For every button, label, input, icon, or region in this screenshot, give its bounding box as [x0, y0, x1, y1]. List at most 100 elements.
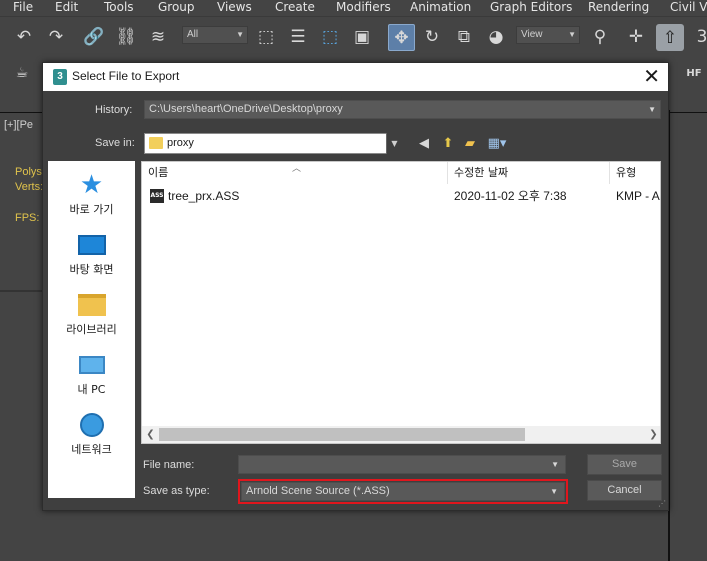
saveas-type-value: Arnold Scene Source (*.ASS) [246, 485, 390, 497]
dialog-title: Select File to Export [72, 69, 180, 83]
verts-stat: Verts: [15, 181, 44, 193]
back-icon[interactable]: ◀ [415, 135, 433, 152]
keyboard-shortcut-override-icon[interactable]: ⇧ [656, 24, 684, 51]
menu-group[interactable]: Group [158, 0, 195, 16]
savein-value: proxy [167, 137, 194, 149]
file-name-cell: tree_prx.ASS [168, 189, 240, 203]
folder-icon [149, 137, 163, 149]
undo-icon[interactable]: ↶ [12, 25, 36, 49]
column-header-name[interactable]: 이름 ︿ [142, 162, 448, 184]
viewport-divider-h [0, 290, 42, 292]
redo-icon[interactable]: ↷ [44, 25, 68, 49]
app-3ds-icon: 3 [53, 69, 67, 85]
place-label: 바로 가기 [69, 203, 114, 216]
chevron-down-icon: ▼ [550, 487, 558, 496]
places-bar: ★ 바로 가기 바탕 화면 라이브러리 내 PC 네트워크 [48, 161, 135, 498]
place-libraries[interactable]: 라이브러리 [48, 291, 135, 337]
save-button[interactable]: Save [587, 454, 662, 475]
selection-filter-value: All [187, 29, 199, 40]
menu-tools[interactable]: Tools [104, 0, 134, 16]
menu-rendering[interactable]: Rendering [588, 0, 649, 16]
select-and-rotate-icon[interactable]: ↻ [420, 25, 444, 49]
history-label: History: [95, 104, 133, 116]
place-desktop[interactable]: 바탕 화면 [48, 231, 135, 277]
select-manipulate-icon[interactable]: ✛ [624, 25, 648, 49]
menu-modifiers[interactable]: Modifiers [336, 0, 391, 16]
fps-stat: FPS: [15, 212, 40, 224]
sort-up-icon: ︿ [292, 164, 302, 174]
place-this-pc[interactable]: 내 PC [48, 351, 135, 397]
up-folder-icon[interactable]: ⬆ [439, 135, 457, 152]
filename-input[interactable]: ▼ [238, 455, 566, 474]
column-type-label: 유형 [616, 166, 637, 179]
menu-views[interactable]: Views [217, 0, 252, 16]
place-quick-access[interactable]: ★ 바로 가기 [48, 170, 135, 217]
file-date-cell: 2020-11-02 오후 7:38 [454, 189, 567, 203]
hair-fur-icon[interactable]: HF [682, 61, 706, 85]
rectangular-selection-icon[interactable]: ⬚ [318, 25, 342, 49]
select-and-move-icon[interactable]: ✥ [388, 24, 415, 51]
select-object-icon[interactable]: ⬚ [254, 25, 278, 49]
savein-label: Save in: [95, 137, 135, 149]
close-icon[interactable]: ✕ [643, 65, 660, 87]
file-list[interactable]: 이름 ︿ 수정한 날짜 유형 ASS tree_prx.ASS 2020-11-… [141, 161, 661, 444]
dialog-titlebar: 3 Select File to Export ✕ [43, 63, 668, 91]
computer-icon [77, 351, 107, 379]
menu-animation[interactable]: Animation [410, 0, 471, 16]
place-label: 네트워크 [71, 443, 112, 456]
window-crossing-icon[interactable]: ▣ [350, 25, 374, 49]
bind-spacewarp-icon[interactable]: ≋ [146, 25, 170, 49]
network-icon [77, 411, 107, 439]
column-header-type[interactable]: 유형 [610, 162, 660, 184]
history-dropdown[interactable]: C:\Users\heart\OneDrive\Desktop\proxy ▼ [144, 100, 661, 119]
savein-dropdown[interactable]: proxy [144, 133, 400, 154]
export-dialog: 3 Select File to Export ✕ History: C:\Us… [42, 62, 669, 511]
selection-filter-dropdown[interactable]: All ▼ [182, 26, 248, 44]
chevron-left-icon[interactable]: ❮ [142, 426, 159, 443]
ass-file-icon: ASS [150, 189, 164, 203]
saveas-type-dropdown[interactable]: Arnold Scene Source (*.ASS) ▼ [238, 479, 568, 504]
column-date-label: 수정한 날짜 [454, 166, 509, 179]
chevron-down-icon: ▼ [551, 460, 559, 469]
chevron-down-icon[interactable]: ▼ [386, 133, 402, 154]
horizontal-scrollbar[interactable]: ❮ ❯ [142, 426, 660, 443]
menu-file[interactable]: File [13, 0, 33, 16]
menu-create[interactable]: Create [275, 0, 315, 16]
file-type-cell: KMP - A [616, 189, 660, 203]
select-and-place-icon[interactable]: ◕ [484, 25, 508, 49]
menu-bar: File Edit Tools Group Views Create Modif… [0, 0, 707, 16]
place-label: 라이브러리 [66, 323, 117, 336]
new-folder-icon[interactable]: ▰ [461, 135, 479, 152]
place-label: 내 PC [77, 383, 106, 396]
select-by-name-icon[interactable]: ☰ [286, 25, 310, 49]
pivot-center-icon[interactable]: ⚲ [588, 25, 612, 49]
place-network[interactable]: 네트워크 [48, 411, 135, 457]
column-header-date[interactable]: 수정한 날짜 [448, 162, 610, 184]
file-row[interactable]: ASS tree_prx.ASS 2020-11-02 오후 7:38 KMP … [142, 186, 660, 206]
saveas-label: Save as type: [143, 485, 210, 497]
menu-civil-view[interactable]: Civil Vie [670, 0, 707, 16]
menu-edit[interactable]: Edit [55, 0, 78, 16]
cancel-button[interactable]: Cancel [587, 480, 662, 501]
teapot-icon[interactable]: ☕ [10, 61, 34, 85]
snaps-toggle-icon[interactable]: 3 [690, 25, 707, 49]
filename-label: File name: [143, 459, 195, 471]
reference-coordinate-dropdown[interactable]: View ▼ [516, 26, 580, 44]
chevron-down-icon: ▼ [648, 105, 656, 114]
view-menu-icon[interactable]: ▦▾ [485, 135, 509, 152]
chevron-down-icon: ▼ [236, 30, 244, 39]
menu-graph-editors[interactable]: Graph Editors [490, 0, 572, 16]
select-and-scale-icon[interactable]: ⧉ [452, 25, 476, 49]
link-icon[interactable]: 🔗 [82, 25, 106, 49]
viewport-label[interactable]: [+][Pe [4, 119, 33, 131]
unlink-icon[interactable]: ⛓ [114, 25, 138, 49]
main-toolbar: ↶ ↷ 🔗 ⛓ ≋ All ▼ ⬚ ☰ ⬚ ▣ ✥ ↻ ⧉ ◕ View ▼ ⚲… [0, 16, 707, 81]
history-value: C:\Users\heart\OneDrive\Desktop\proxy [149, 103, 343, 115]
chevron-right-icon[interactable]: ❯ [645, 426, 660, 443]
library-icon [77, 291, 107, 319]
column-name-label: 이름 [148, 166, 169, 179]
reference-coordinate-value: View [521, 29, 543, 40]
star-icon: ★ [79, 170, 104, 200]
resize-grip-icon[interactable]: ⋰ [658, 499, 666, 508]
scrollbar-thumb[interactable] [159, 428, 525, 441]
